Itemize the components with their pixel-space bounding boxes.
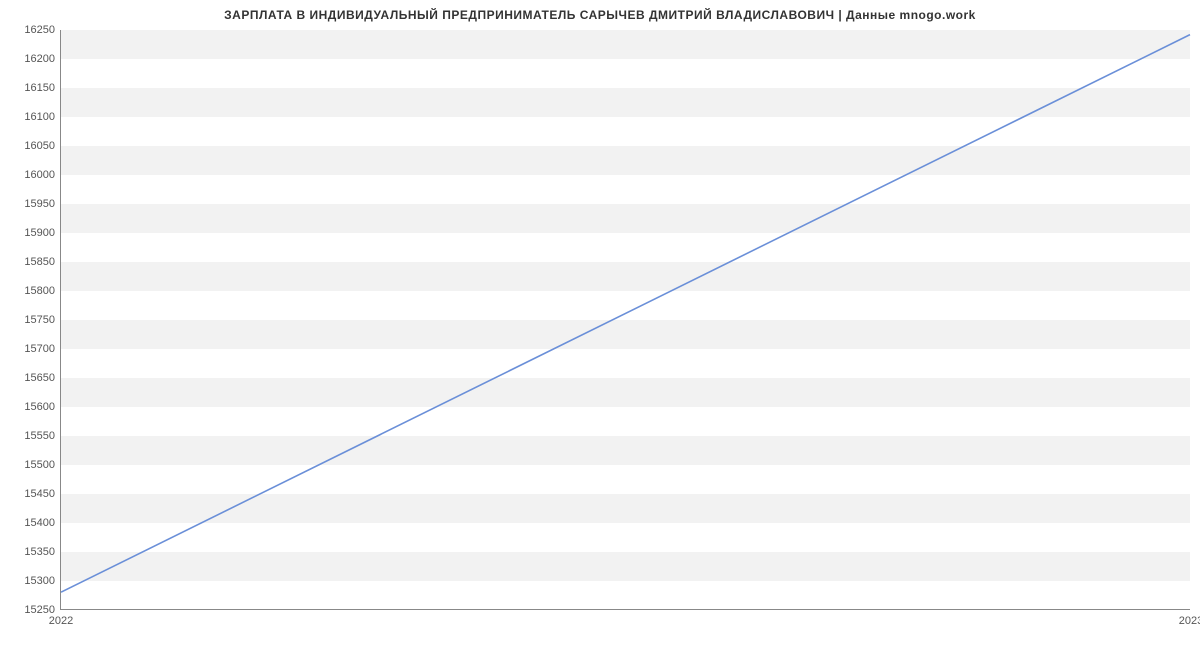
y-tick-label: 16250 [24,24,55,36]
y-tick-label: 15350 [24,546,55,558]
plot-area: 1525015300153501540015450155001555015600… [60,30,1190,610]
y-tick-label: 15400 [24,517,55,529]
y-tick-label: 16150 [24,82,55,94]
y-tick-label: 16100 [24,111,55,123]
y-tick-label: 15600 [24,401,55,413]
y-tick-label: 15950 [24,198,55,210]
y-tick-label: 16200 [24,53,55,65]
y-tick-label: 16000 [24,169,55,181]
y-tick-label: 15850 [24,256,55,268]
y-tick-label: 15550 [24,430,55,442]
y-tick-label: 15300 [24,575,55,587]
series-line [61,35,1190,593]
x-tick-label: 2022 [49,615,73,627]
y-tick-label: 15800 [24,285,55,297]
y-tick-label: 15750 [24,314,55,326]
y-tick-label: 16050 [24,140,55,152]
y-tick-label: 15900 [24,227,55,239]
y-tick-label: 15450 [24,488,55,500]
y-tick-label: 15500 [24,459,55,471]
y-tick-label: 15650 [24,372,55,384]
y-tick-label: 15700 [24,343,55,355]
x-tick-label: 2023 [1179,615,1200,627]
line-layer [61,30,1190,609]
chart-container: ЗАРПЛАТА В ИНДИВИДУАЛЬНЫЙ ПРЕДПРИНИМАТЕЛ… [0,0,1200,650]
chart-title: ЗАРПЛАТА В ИНДИВИДУАЛЬНЫЙ ПРЕДПРИНИМАТЕЛ… [0,8,1200,22]
